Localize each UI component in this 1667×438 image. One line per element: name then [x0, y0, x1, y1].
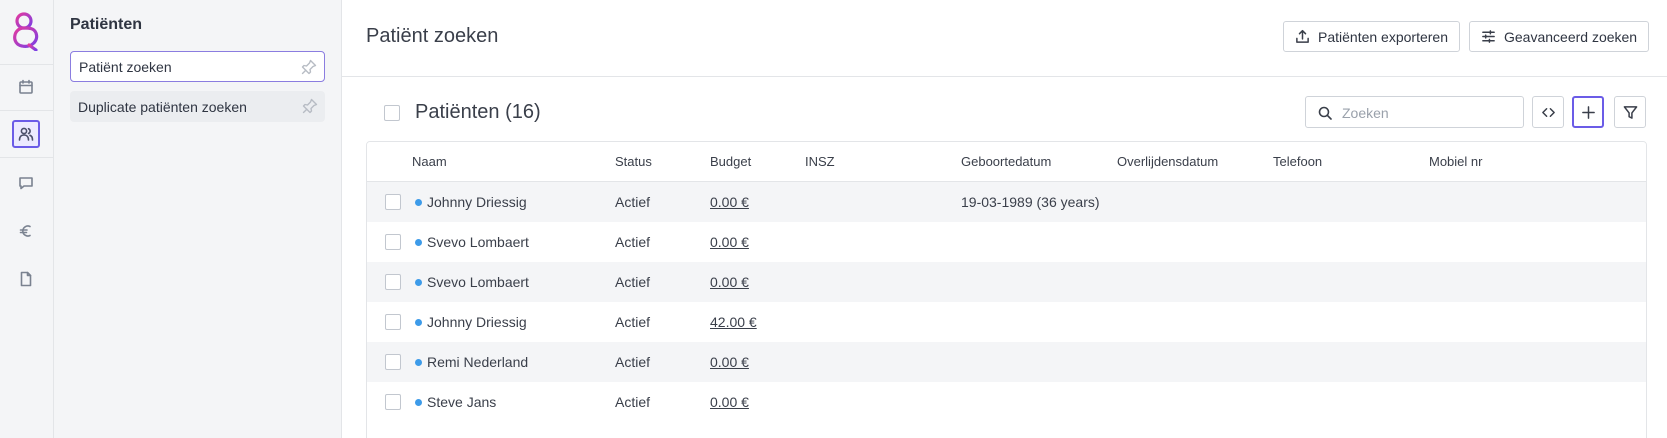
euro-icon[interactable] — [12, 217, 40, 245]
select-all-checkbox[interactable] — [384, 105, 400, 121]
document-icon[interactable] — [12, 265, 40, 293]
row-checkbox[interactable] — [385, 234, 401, 250]
cell-naam: Svevo Lombaert — [427, 274, 529, 290]
cell-status: Actief — [615, 354, 651, 370]
cell-budget[interactable]: 0.00 € — [710, 194, 749, 210]
status-dot-icon — [415, 199, 422, 206]
icon-rail — [0, 0, 54, 438]
row-checkbox[interactable] — [385, 354, 401, 370]
search-icon — [1318, 106, 1332, 120]
column-header-budget[interactable]: Budget — [710, 154, 751, 169]
cell-naam: Johnny Driessig — [427, 194, 527, 210]
table-row[interactable]: Svevo Lombaert Actief 0.00 € — [367, 222, 1646, 262]
app-logo[interactable] — [9, 11, 43, 51]
cell-budget[interactable]: 0.00 € — [710, 394, 749, 410]
row-checkbox[interactable] — [385, 194, 401, 210]
cell-naam: Johnny Driessig — [427, 314, 527, 330]
search-input[interactable] — [1342, 103, 1512, 123]
code-icon — [1541, 107, 1555, 117]
column-header-telefoon[interactable]: Telefoon — [1273, 154, 1322, 169]
code-view-button[interactable] — [1532, 96, 1564, 128]
sidebar-item-label: Patiënt zoeken — [79, 58, 172, 75]
rail-divider — [0, 157, 54, 158]
page-title: Patiënt zoeken — [366, 25, 499, 47]
row-checkbox[interactable] — [385, 314, 401, 330]
column-header-overlijdensdatum[interactable]: Overlijdensdatum — [1117, 154, 1218, 169]
column-header-geboortedatum[interactable]: Geboortedatum — [961, 154, 1051, 169]
sliders-icon — [1482, 30, 1495, 43]
status-dot-icon — [415, 399, 422, 406]
message-icon[interactable] — [12, 169, 40, 197]
rail-divider — [0, 64, 54, 65]
cell-naam: Svevo Lombaert — [427, 234, 529, 250]
cell-status: Actief — [615, 394, 651, 410]
export-patients-button[interactable]: Patiënten exporteren — [1283, 21, 1460, 52]
cell-status: Actief — [615, 314, 651, 330]
plus-icon — [1581, 105, 1595, 119]
cell-budget[interactable]: 0.00 € — [710, 234, 749, 250]
status-dot-icon — [415, 239, 422, 246]
status-dot-icon — [415, 319, 422, 326]
filter-button[interactable] — [1614, 96, 1646, 128]
cell-budget[interactable]: 0.00 € — [710, 274, 749, 290]
advanced-search-button[interactable]: Geavanceerd zoeken — [1469, 21, 1650, 52]
sidebar-item-label: Duplicate patiënten zoeken — [78, 98, 247, 115]
cell-geboortedatum: 19-03-1989 (36 years) — [961, 194, 1100, 210]
table-header: Naam Status Budget INSZ Geboortedatum Ov… — [367, 142, 1646, 182]
list-title: Patiënten (16) — [415, 101, 541, 123]
column-header-naam[interactable]: Naam — [412, 154, 447, 169]
calendar-icon[interactable] — [12, 73, 40, 101]
pin-icon[interactable] — [302, 98, 318, 114]
sidebar: Patiënten Patiënt zoeken Duplicate patië… — [54, 0, 342, 438]
cell-naam: Steve Jans — [427, 394, 497, 410]
search-field — [1305, 96, 1524, 128]
column-header-insz[interactable]: INSZ — [805, 154, 835, 169]
cell-budget[interactable]: 42.00 € — [710, 314, 757, 330]
sidebar-item-duplicate-patienten[interactable]: Duplicate patiënten zoeken — [70, 91, 325, 122]
table-row[interactable]: Remi Nederland Actief 0.00 € — [367, 342, 1646, 382]
column-header-mobiel-nr[interactable]: Mobiel nr — [1429, 154, 1482, 169]
row-checkbox[interactable] — [385, 394, 401, 410]
cell-status: Actief — [615, 274, 651, 290]
sidebar-title: Patiënten — [70, 16, 143, 33]
cell-budget[interactable]: 0.00 € — [710, 354, 749, 370]
table-row[interactable]: Johnny Driessig Actief 0.00 € 19-03-1989 (3… — [367, 182, 1646, 222]
upload-icon — [1296, 29, 1309, 43]
table-row[interactable]: Johnny Driessig Actief 42.00 € — [367, 302, 1646, 342]
filter-icon — [1623, 105, 1637, 119]
status-dot-icon — [415, 359, 422, 366]
table-row[interactable]: Steve Jans Actief 0.00 € — [367, 382, 1646, 422]
users-icon[interactable] — [12, 120, 40, 148]
cell-status: Actief — [615, 194, 651, 210]
pin-icon[interactable] — [301, 59, 317, 75]
advanced-search-label: Geavanceerd zoeken — [1504, 28, 1638, 45]
add-patient-button[interactable] — [1572, 96, 1604, 128]
main-content: Patiënt zoeken Patiënten exporteren Geav… — [342, 0, 1667, 438]
page-header: Patiënt zoeken Patiënten exporteren Geav… — [342, 0, 1667, 77]
rail-divider — [0, 110, 54, 111]
sidebar-item-patient-zoeken[interactable]: Patiënt zoeken — [70, 51, 325, 82]
export-patients-label: Patiënten exporteren — [1318, 28, 1448, 45]
column-header-status[interactable]: Status — [615, 154, 652, 169]
status-dot-icon — [415, 279, 422, 286]
list-header: Patiënten (16) — [342, 93, 1667, 133]
cell-naam: Remi Nederland — [427, 354, 529, 370]
table-row[interactable]: Svevo Lombaert Actief 0.00 € — [367, 262, 1646, 302]
patients-table: Naam Status Budget INSZ Geboortedatum Ov… — [366, 141, 1647, 438]
cell-status: Actief — [615, 234, 651, 250]
row-checkbox[interactable] — [385, 274, 401, 290]
